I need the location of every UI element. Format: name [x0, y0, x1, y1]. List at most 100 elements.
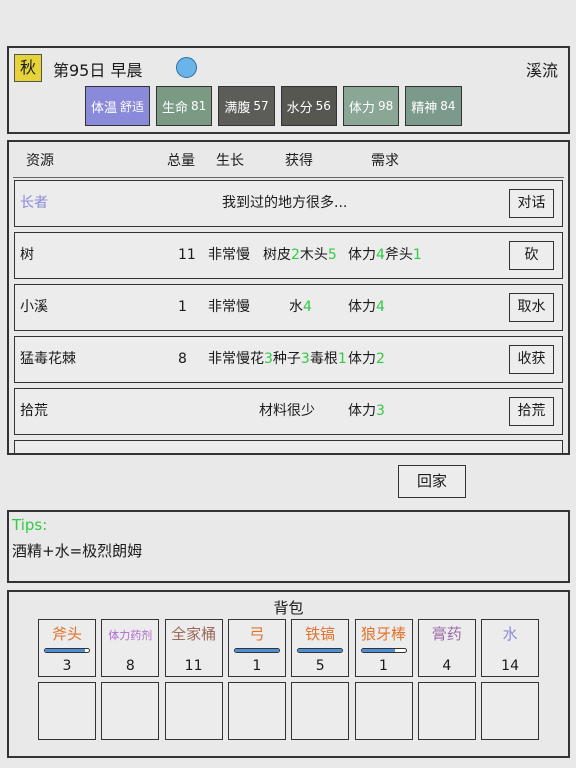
item-name: 体力: [348, 299, 376, 315]
header-gain: 获得: [285, 153, 313, 169]
resource-name: 拾荒: [20, 403, 48, 419]
resource-row-partial: [14, 440, 563, 453]
item-name: 斧头: [51, 625, 82, 643]
inventory-slot-empty[interactable]: [354, 682, 413, 740]
inventory-slot-empty[interactable]: [164, 682, 223, 740]
stat-value: 98: [377, 99, 394, 113]
item-name: 铁镐: [305, 625, 336, 643]
inventory-slot-empty[interactable]: [291, 682, 350, 740]
resource-row: 猛毒花棘 8 非常慢 花3种子3毒根1 体力2 收获: [14, 336, 563, 383]
stat-value: 81: [191, 99, 207, 113]
day-time-label: 第95日 早晨: [53, 61, 143, 80]
resource-growth: 非常慢: [208, 247, 250, 263]
inventory-slot-empty[interactable]: [101, 682, 160, 740]
resource-row: 拾荒 材料很少 体力3 拾荒: [14, 388, 563, 435]
item-quantity: 3: [62, 658, 72, 674]
tips-text: 酒精+水=极烈朗姆: [12, 542, 143, 560]
item-amount: 4: [303, 299, 312, 315]
stat-label: 精神: [411, 100, 438, 116]
stat-5: 精神 84: [405, 86, 462, 126]
npc-name: 长者: [20, 195, 48, 211]
item-quantity: 1: [379, 658, 388, 674]
item-quantity: 11: [184, 658, 203, 674]
stat-value: 舒适: [120, 99, 145, 114]
resource-name: 猛毒花棘: [20, 351, 76, 367]
durability-bar: [297, 648, 344, 653]
inventory-slot-empty[interactable]: [481, 682, 540, 740]
item-name: 花: [250, 351, 264, 367]
inventory-slot[interactable]: 水 14: [481, 619, 540, 677]
item-name: 水: [289, 299, 303, 315]
resource-total: 11: [178, 247, 196, 263]
resource-need: 体力4斧头1: [348, 233, 422, 278]
action-button[interactable]: 砍: [509, 241, 554, 270]
stat-3: 水分 56: [280, 86, 337, 126]
header-total: 总量: [167, 153, 195, 169]
item-name: 狼牙棒: [360, 625, 406, 643]
resource-gain: 树皮2木头5: [263, 233, 337, 278]
sun-icon: [176, 57, 197, 78]
resource-gain: 材料很少: [259, 403, 315, 419]
inventory-slot-empty[interactable]: [227, 682, 286, 740]
stat-label: 水分: [286, 100, 313, 116]
item-name: 种子: [272, 351, 301, 367]
inventory-panel: 背包 斧头 3 体力药剂 8 全家桶 11 弓 1 铁镐 5 狼牙棒 1 膏药 4 水 14: [7, 590, 570, 758]
stat-value: 56: [315, 99, 331, 113]
stat-value: 84: [440, 99, 456, 113]
item-name: 体力: [348, 247, 376, 263]
inventory-slot-empty[interactable]: [38, 682, 96, 740]
tips-panel: Tips: 酒精+水=极烈朗姆: [7, 510, 570, 583]
stat-label: 体力: [348, 100, 375, 116]
item-amount: 1: [412, 247, 422, 263]
resource-list: 长者 我到过的地方很多... 对话 树 11 非常慢 树皮2木头5 体力4斧头1 砍小溪 1…: [14, 180, 563, 453]
item-name: 全家桶: [171, 625, 217, 643]
item-amount: 2: [376, 351, 385, 367]
go-home-button[interactable]: 回家: [398, 465, 466, 498]
inventory-title: 背包: [273, 599, 304, 617]
resource-growth: 非常慢: [208, 299, 250, 315]
inventory-slot[interactable]: 铁镐 5: [291, 619, 350, 677]
resource-gain: 水4: [289, 285, 312, 330]
season-badge: 秋: [14, 54, 42, 82]
npc-dialogue-text: 我到过的地方很多...: [222, 195, 348, 211]
inventory-slot[interactable]: 体力药剂 8: [101, 619, 160, 677]
item-name: 体力: [348, 351, 376, 367]
location-label: 溪流: [525, 61, 558, 80]
header-need: 需求: [371, 153, 399, 169]
stat-2: 满腹 57: [218, 86, 275, 126]
resource-growth: 非常慢: [208, 351, 250, 367]
item-name: 木头: [299, 247, 328, 263]
inventory-slot-empty[interactable]: [417, 682, 476, 740]
inventory-slot[interactable]: 膏药 4: [417, 619, 476, 677]
item-name: 毒根: [309, 351, 338, 367]
header-growth: 生长: [216, 153, 244, 169]
resource-need: 体力4: [348, 285, 385, 330]
inventory-slot[interactable]: 斧头 3: [38, 619, 96, 677]
stats-bar: 体温 舒适 生命 81 满腹 57 水分 56 体力 98 精神 84: [85, 86, 462, 126]
stat-4: 体力 98: [342, 86, 400, 126]
item-name: 树皮: [263, 247, 291, 263]
item-name: 弓: [249, 625, 265, 643]
inventory-slot[interactable]: 弓1: [227, 619, 286, 677]
resource-panel: 资源 总量 生长 获得 需求 长者 我到过的地方很多... 对话 树 11 非常慢树…: [7, 140, 570, 455]
inventory-slot[interactable]: 狼牙棒 1: [354, 619, 413, 677]
talk-button[interactable]: 对话: [509, 189, 554, 218]
item-name: 体力: [348, 403, 376, 419]
header-divider: [13, 177, 564, 178]
stat-value: 57: [253, 99, 269, 113]
durability-fill: [234, 649, 279, 652]
item-quantity: 14: [501, 658, 519, 674]
inventory-slot[interactable]: 全家桶 11: [164, 619, 223, 677]
action-button[interactable]: 拾荒: [509, 397, 554, 426]
resource-gain: 花3种子3毒根1: [250, 337, 347, 382]
item-amount: 4: [376, 299, 385, 315]
resource-row: 小溪 1 非常慢 水4 体力4 取水: [14, 284, 563, 331]
action-button[interactable]: 收获: [509, 345, 554, 374]
item-amount: 3: [264, 351, 273, 367]
item-name: 斧头: [384, 247, 413, 263]
action-button[interactable]: 取水: [509, 293, 554, 322]
durability-fill: [361, 649, 395, 652]
durability-bar: [44, 648, 90, 653]
item-amount: 3: [300, 351, 310, 367]
durability-bar: [360, 648, 407, 653]
